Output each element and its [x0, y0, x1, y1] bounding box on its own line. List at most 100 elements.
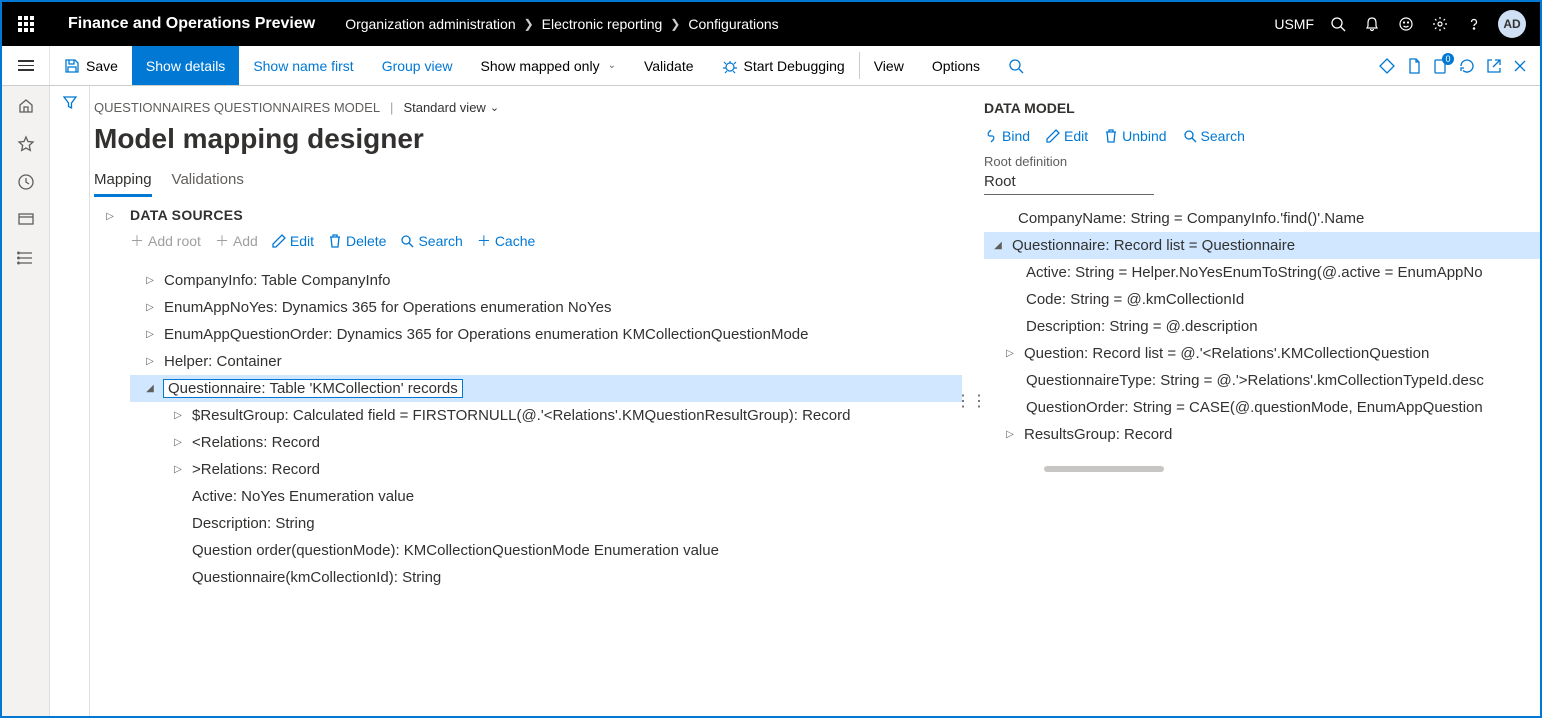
tree-node-helper[interactable]: ▷Helper: Container [130, 348, 962, 375]
save-label: Save [86, 58, 118, 74]
page-title: Model mapping designer [90, 115, 962, 167]
dm-search-button[interactable]: Search [1183, 128, 1245, 144]
collapse-icon[interactable]: ◢ [144, 383, 156, 394]
crumb-electronic-reporting[interactable]: Electronic reporting [542, 16, 663, 32]
page-path: QUESTIONNAIRES QUESTIONNAIRES MODEL [94, 100, 380, 115]
app-launcher[interactable] [2, 2, 50, 46]
search-icon [1183, 129, 1197, 143]
smile-icon[interactable] [1396, 14, 1416, 34]
tree-node-companyinfo[interactable]: ▷CompanyInfo: Table CompanyInfo [130, 267, 962, 294]
dm-node-question[interactable]: ▷Question: Record list = @.'<Relations'.… [984, 340, 1540, 367]
add-root-button[interactable]: ＋Add root [130, 231, 201, 251]
tree-node-active[interactable]: Active: NoYes Enumeration value [130, 483, 962, 510]
options-button[interactable]: Options [918, 46, 994, 85]
notifications-badge: 0 [1442, 53, 1454, 65]
expand-icon[interactable]: ▷ [172, 464, 184, 475]
diamond-icon[interactable] [1378, 57, 1396, 75]
save-button[interactable]: Save [50, 46, 132, 85]
ds-search-button[interactable]: Search [400, 233, 462, 249]
horizontal-scrollbar[interactable] [1044, 466, 1164, 472]
root-definition-value[interactable]: Root [984, 171, 1154, 195]
dm-node-code[interactable]: Code: String = @.kmCollectionId [984, 286, 1540, 313]
show-details-button[interactable]: Show details [132, 46, 239, 85]
bell-icon[interactable] [1362, 14, 1382, 34]
tree-node-description[interactable]: Description: String [130, 510, 962, 537]
add-button[interactable]: ＋Add [215, 231, 258, 251]
recent-icon[interactable] [16, 172, 36, 192]
chevron-down-icon: ⌄ [608, 60, 616, 71]
expand-icon[interactable]: ▷ [172, 437, 184, 448]
edit-button[interactable]: Edit [272, 233, 314, 249]
tree-node-enum-questionorder[interactable]: ▷EnumAppQuestionOrder: Dynamics 365 for … [130, 321, 962, 348]
star-icon[interactable] [16, 134, 36, 154]
refresh-icon[interactable] [1458, 57, 1476, 75]
view-selector[interactable]: Standard view ⌄ [403, 100, 499, 115]
tree-node-resultgroup[interactable]: ▷$ResultGroup: Calculated field = FIRSTO… [130, 402, 962, 429]
tree-node-questionnaireid[interactable]: Questionnaire(kmCollectionId): String [130, 564, 962, 591]
attachments-icon[interactable] [1406, 57, 1422, 75]
dm-node-resultsgroup[interactable]: ▷ResultsGroup: Record [984, 421, 1540, 448]
view-button[interactable]: View [860, 46, 918, 85]
action-search-button[interactable] [994, 46, 1038, 85]
splitter[interactable]: ⋮⋮ [962, 86, 980, 716]
avatar[interactable]: AD [1498, 10, 1526, 38]
datasourcetypes-expander[interactable]: ▷ [106, 211, 114, 591]
tab-mapping[interactable]: Mapping [94, 167, 152, 197]
dm-edit-button[interactable]: Edit [1046, 128, 1088, 144]
close-icon[interactable] [1512, 58, 1528, 74]
chevron-right-icon: ❯ [670, 17, 680, 31]
dm-node-questionnaire[interactable]: ◢Questionnaire: Record list = Questionna… [984, 232, 1540, 259]
start-debugging-button[interactable]: Start Debugging [708, 46, 859, 85]
delete-button[interactable]: Delete [328, 233, 386, 249]
crumb-configurations[interactable]: Configurations [688, 16, 778, 32]
data-model-tree: CompanyName: String = CompanyInfo.'find(… [984, 205, 1540, 448]
search-icon [1008, 58, 1024, 74]
dm-node-questionorder[interactable]: QuestionOrder: String = CASE(@.questionM… [984, 394, 1540, 421]
link-icon [984, 129, 998, 143]
open-new-icon[interactable] [1486, 58, 1502, 74]
expand-icon[interactable]: ▷ [144, 356, 156, 367]
group-view-button[interactable]: Group view [368, 46, 467, 85]
notifications-icon[interactable]: 0 [1432, 57, 1448, 75]
home-icon[interactable] [16, 96, 36, 116]
plus-icon: ＋ [130, 231, 144, 251]
expand-icon[interactable]: ▷ [144, 275, 156, 286]
tree-node-enum-noyes[interactable]: ▷EnumAppNoYes: Dynamics 365 for Operatio… [130, 294, 962, 321]
tree-node-relations-back[interactable]: ▷<Relations: Record [130, 429, 962, 456]
dm-node-companyname[interactable]: CompanyName: String = CompanyInfo.'find(… [984, 205, 1540, 232]
filter-icon[interactable] [62, 94, 78, 716]
expand-icon[interactable]: ▷ [144, 302, 156, 313]
hamburger-menu[interactable] [2, 46, 50, 85]
expand-icon[interactable]: ▷ [1004, 348, 1016, 359]
help-icon[interactable] [1464, 14, 1484, 34]
pencil-icon [1046, 129, 1060, 143]
dm-node-description[interactable]: Description: String = @.description [984, 313, 1540, 340]
tree-node-questionnaire[interactable]: ◢Questionnaire: Table 'KMCollection' rec… [130, 375, 962, 402]
show-name-first-button[interactable]: Show name first [239, 46, 367, 85]
bind-button[interactable]: Bind [984, 128, 1030, 144]
workspace-icon[interactable] [16, 210, 36, 230]
cache-button[interactable]: ＋Cache [477, 231, 535, 251]
dm-node-questionnairetype[interactable]: QuestionnaireType: String = @.'>Relation… [984, 367, 1540, 394]
expand-icon[interactable]: ▷ [144, 329, 156, 340]
data-sources-title: DATA SOURCES [130, 207, 962, 223]
gear-icon[interactable] [1430, 14, 1450, 34]
expand-icon[interactable]: ▷ [172, 410, 184, 421]
tree-node-questionorder[interactable]: Question order(questionMode): KMCollecti… [130, 537, 962, 564]
modules-icon[interactable] [16, 248, 36, 268]
show-mapped-only-button[interactable]: Show mapped only⌄ [467, 46, 630, 85]
data-model-title: DATA MODEL [984, 100, 1540, 116]
bug-icon [722, 58, 738, 74]
validate-button[interactable]: Validate [630, 46, 708, 85]
collapse-icon[interactable]: ◢ [992, 240, 1004, 251]
tree-node-relations-fwd[interactable]: ▷>Relations: Record [130, 456, 962, 483]
left-rail [2, 86, 50, 716]
company-code[interactable]: USMF [1274, 16, 1314, 32]
expand-icon[interactable]: ▷ [1004, 429, 1016, 440]
breadcrumb: Organization administration ❯ Electronic… [345, 16, 1274, 32]
unbind-button[interactable]: Unbind [1104, 128, 1166, 144]
search-icon[interactable] [1328, 14, 1348, 34]
dm-node-active[interactable]: Active: String = Helper.NoYesEnumToStrin… [984, 259, 1540, 286]
tab-validations[interactable]: Validations [172, 167, 244, 197]
crumb-org-admin[interactable]: Organization administration [345, 16, 515, 32]
